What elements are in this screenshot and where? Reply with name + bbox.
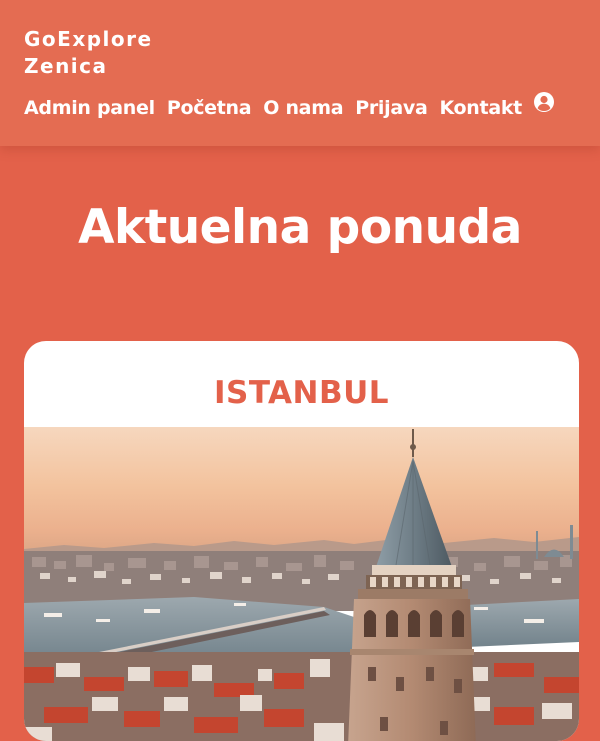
nav-item-kontakt[interactable]: Kontakt (439, 97, 522, 119)
site-header: GoExplore Zenica Admin panel Početna O n… (0, 0, 600, 146)
brand-line-1: GoExplore (24, 27, 153, 51)
page-title: Aktuelna ponuda (78, 200, 522, 255)
brand-logo[interactable]: GoExplore Zenica (24, 26, 224, 80)
nav-item-o-nama[interactable]: O nama (263, 97, 343, 119)
offer-card[interactable]: ISTANBUL (24, 341, 579, 741)
nav-item-admin-panel[interactable]: Admin panel (24, 97, 155, 119)
nav-item-prijava[interactable]: Prijava (355, 97, 428, 119)
offer-title: ISTANBUL (213, 375, 390, 411)
user-circle-icon[interactable] (533, 91, 555, 113)
main-nav: Admin panel Početna O nama Prijava Konta… (24, 92, 555, 119)
nav-item-pocetna[interactable]: Početna (167, 97, 252, 119)
brand-line-2: Zenica (24, 54, 108, 78)
